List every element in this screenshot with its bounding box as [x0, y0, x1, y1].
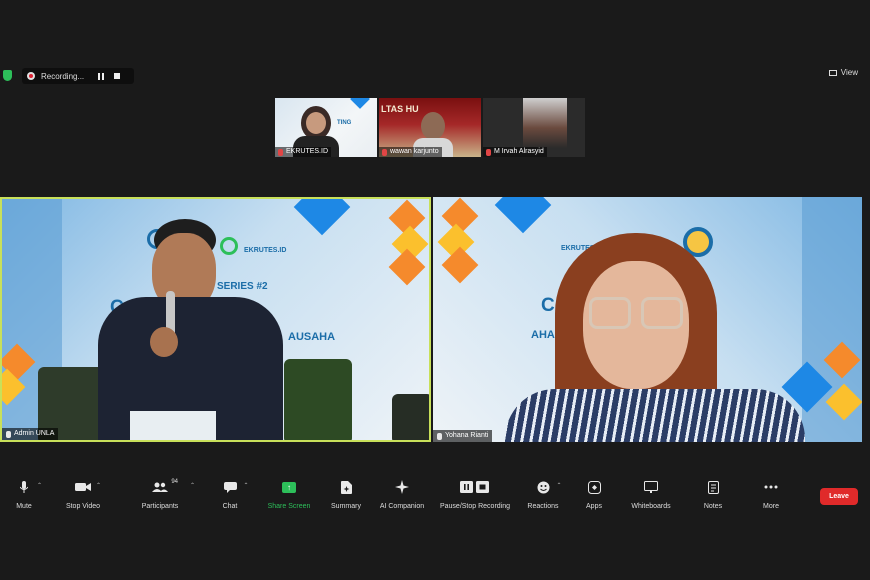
- ai-companion-button[interactable]: AI Companion: [376, 478, 428, 518]
- video-name-label: Admin UNLA: [2, 428, 59, 440]
- banner-shape: [350, 98, 370, 109]
- striped-shirt: [505, 389, 805, 442]
- brand-text: EKRUTES.ID: [244, 247, 287, 254]
- share-screen-button[interactable]: ↑ Share Screen: [266, 478, 312, 518]
- thumbnail-name-label: EKRUTES.ID: [275, 147, 332, 157]
- video-tile-active-speaker[interactable]: EKRUTES.ID SERIES #2 C TTING AUSAHA Admi…: [0, 197, 431, 442]
- muted-mic-icon: [486, 148, 491, 156]
- summary-button[interactable]: Summary: [328, 478, 364, 518]
- thumbnail-name-label: wawan karjunto: [379, 147, 442, 157]
- pause-recording-icon[interactable]: [98, 72, 105, 80]
- chevron-up-icon[interactable]: ⌃: [556, 482, 561, 489]
- microphone-icon: ⌃: [20, 478, 42, 496]
- thumb-banner-text: TING: [337, 120, 352, 126]
- view-button[interactable]: View: [828, 68, 858, 77]
- recording-dot-icon: [27, 72, 35, 80]
- thumbnail-name-label: M Irvah Alrasyid: [483, 147, 547, 157]
- stop-recording-icon[interactable]: [114, 73, 121, 79]
- participants-count: 94: [171, 479, 178, 485]
- muted-mic-icon: [278, 148, 283, 156]
- more-button[interactable]: More: [760, 478, 782, 518]
- chevron-up-icon[interactable]: ⌃: [37, 482, 42, 489]
- chat-button[interactable]: ⌃ Chat: [218, 478, 249, 518]
- video-tile-participant[interactable]: EKRUTES.ID CA NG AHA BEKER Yohana Rianti: [433, 197, 862, 442]
- whiteboards-button[interactable]: Whiteboards: [628, 478, 674, 518]
- chevron-up-icon[interactable]: ⌃: [243, 482, 248, 489]
- participants-icon: 94: [152, 478, 178, 496]
- security-shield-icon[interactable]: [3, 70, 12, 81]
- document-summary-icon: [340, 478, 352, 496]
- view-label: View: [840, 68, 858, 77]
- participant-face: [421, 112, 445, 140]
- reactions-button[interactable]: ⌃ Reactions: [526, 478, 562, 518]
- chair: [392, 394, 429, 440]
- recording-label: Recording...: [41, 71, 85, 81]
- stop-video-button[interactable]: ⌃ Stop Video: [62, 478, 104, 518]
- whiteboard-icon: [644, 478, 658, 496]
- chat-bubble-icon: ⌃: [223, 478, 249, 496]
- chevron-up-icon[interactable]: ⌃: [190, 482, 195, 489]
- banner-shape: [388, 248, 426, 286]
- pin-icon: [6, 430, 11, 438]
- grid-view-icon: [828, 69, 837, 76]
- sparkle-icon: [395, 478, 409, 496]
- muted-mic-icon: [382, 148, 387, 156]
- meeting-controls-toolbar: ⌃ Mute ⌃ Stop Video 94 Participants ⌃ ⌃ …: [0, 478, 870, 518]
- share-screen-icon: ↑: [282, 478, 296, 496]
- chevron-up-icon[interactable]: ⌃: [96, 482, 101, 489]
- notes-button[interactable]: Notes: [700, 478, 726, 518]
- pause-stop-recording-button[interactable]: Pause/Stop Recording: [436, 478, 514, 518]
- participant-face: [306, 112, 326, 134]
- participant-thumbnail[interactable]: TING EKRUTES.ID: [275, 98, 377, 157]
- participant-thumbnail-strip: TING EKRUTES.ID LTAS HU wawan karjunto M…: [275, 98, 586, 157]
- paper-sheet: [130, 411, 216, 440]
- pin-icon: [437, 432, 442, 440]
- speaker-hand: [150, 327, 178, 357]
- more-dots-icon: [764, 478, 778, 496]
- mute-button[interactable]: ⌃ Mute: [12, 478, 42, 518]
- banner-shape: [494, 197, 552, 234]
- meeting-topbar: Recording... View: [0, 66, 870, 86]
- participants-button[interactable]: 94 Participants: [138, 478, 182, 518]
- glasses-left: [589, 297, 631, 329]
- notes-icon: [707, 478, 719, 496]
- banner-subline: AUSAHA: [288, 331, 336, 343]
- pause-stop-icon: [460, 478, 490, 496]
- thumb-banner-text: LTAS HU: [381, 104, 419, 114]
- participant-thumbnail[interactable]: M Irvah Alrasyid: [483, 98, 585, 157]
- apps-button[interactable]: Apps: [582, 478, 606, 518]
- brand-logo: [220, 237, 238, 255]
- video-camera-icon: ⌃: [75, 478, 101, 496]
- emoji-icon: ⌃: [537, 478, 562, 496]
- banner-series: SERIES #2: [217, 281, 268, 292]
- apps-icon: [587, 478, 601, 496]
- chair: [284, 359, 352, 440]
- video-name-label: Yohana Rianti: [433, 430, 493, 442]
- glasses-right: [641, 297, 683, 329]
- leave-button[interactable]: Leave: [820, 488, 858, 505]
- banner-shape: [293, 199, 351, 236]
- participant-video-blurry: [523, 98, 567, 148]
- participant-thumbnail[interactable]: LTAS HU wawan karjunto: [379, 98, 481, 157]
- recording-indicator: Recording...: [22, 68, 134, 84]
